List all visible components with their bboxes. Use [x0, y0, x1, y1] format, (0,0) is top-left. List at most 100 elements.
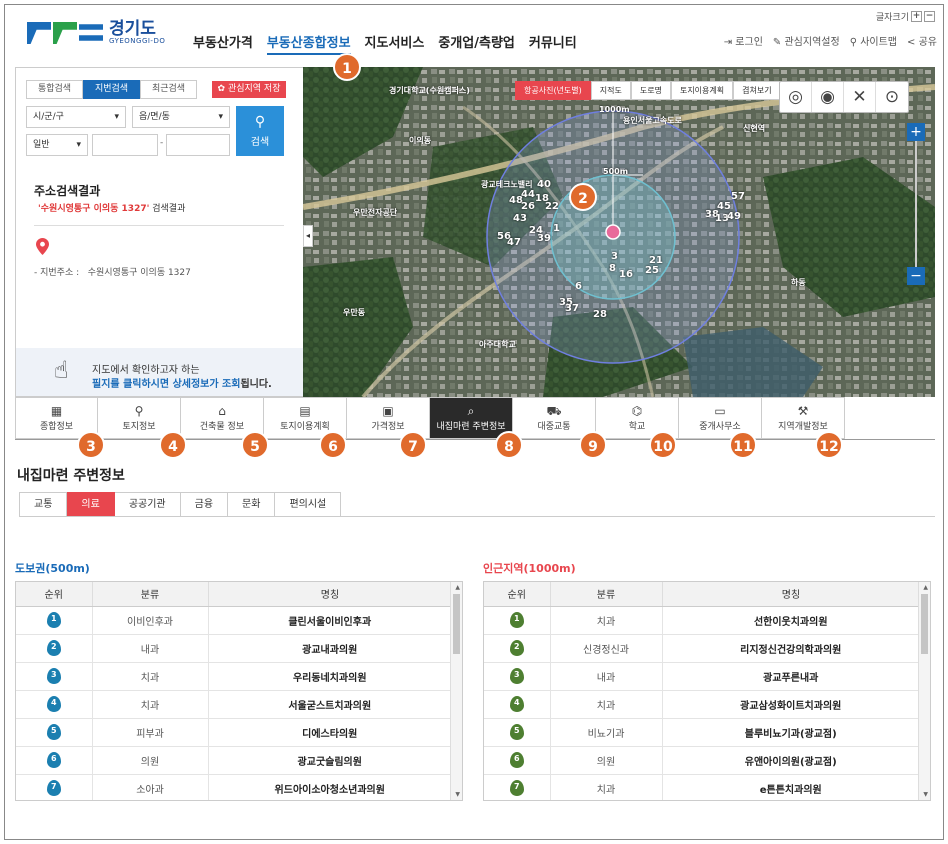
tab-transport[interactable]: 교통: [19, 492, 68, 517]
rank-marker-icon: 1: [46, 612, 61, 628]
panel-collapse-button[interactable]: ◂: [303, 225, 313, 247]
table-row[interactable]: 6 의원 유앤아이의원(광교점): [484, 746, 920, 775]
tab-public-institution[interactable]: 공공기관: [114, 492, 181, 517]
sigungu-select[interactable]: 시/군/구: [26, 106, 126, 128]
tab-medical[interactable]: 의료: [67, 492, 115, 517]
map-marker[interactable]: 49: [727, 211, 741, 222]
category-cell: 소아과: [92, 774, 209, 800]
map-marker[interactable]: 3: [611, 251, 618, 262]
category-cell: 신경정신과: [550, 634, 663, 663]
nearby-table-scrollbar[interactable]: ▲ ▼: [918, 582, 930, 800]
header: 경기도 GYEONGGI-DO 부동산가격 부동산종합정보 지도서비스 중개업/…: [5, 5, 945, 67]
rank-marker-icon: 5: [46, 724, 61, 740]
login-link[interactable]: ⇥ 로그인: [724, 33, 763, 48]
map-marker[interactable]: 1: [553, 223, 560, 234]
table-row[interactable]: 4 치과 광교삼성화이트치과의원: [484, 690, 920, 719]
table-row[interactable]: 3 치과 우리동네치과의원: [16, 662, 452, 691]
table-row[interactable]: 6 의원 광교굿슬림의원: [16, 746, 452, 775]
rank-marker-icon: 7: [509, 780, 524, 796]
rank-cell: 1: [16, 606, 93, 635]
map-tab-land-use[interactable]: 토지이용계획: [670, 81, 734, 100]
lot-type-select[interactable]: 일반: [26, 134, 88, 156]
zoom-out-button[interactable]: −: [907, 267, 925, 285]
main-lot-number-input[interactable]: [92, 134, 158, 156]
map-marker[interactable]: 6: [575, 281, 582, 292]
rank-cell: 3: [484, 662, 551, 691]
scroll-up-icon[interactable]: ▲: [455, 584, 460, 591]
roadview-pin-icon[interactable]: ⊙: [876, 82, 908, 112]
map-marker[interactable]: 16: [619, 269, 633, 280]
nav-comprehensive-info[interactable]: 부동산종합정보: [266, 32, 351, 55]
search-panel: 통합검색 지번검색 최근검색 ✿ 관심지역 저장 시/군/구 읍/면/동 일반 …: [15, 67, 305, 397]
scroll-down-icon[interactable]: ▼: [455, 791, 460, 798]
table-row[interactable]: 7 치과 e튼튼치과의원: [484, 774, 920, 800]
scroll-thumb[interactable]: [921, 594, 928, 654]
map-marker[interactable]: 39: [537, 233, 551, 244]
table-row[interactable]: 2 내과 광교내과의원: [16, 634, 452, 663]
interest-area-link[interactable]: ✎ 관심지역설정: [773, 33, 840, 48]
sub-lot-number-input[interactable]: [166, 134, 230, 156]
map-view[interactable]: 항공사진(년도별) 지적도 도로명 토지이용계획 겹쳐보기 ◎ ◉ ✕ ⊙ + …: [303, 67, 935, 397]
tab-finance[interactable]: 금융: [180, 492, 229, 517]
zoom-slider[interactable]: [915, 141, 917, 267]
tab-convenience[interactable]: 편의시설: [275, 492, 342, 517]
zoom-in-button[interactable]: +: [907, 123, 925, 141]
map-marker[interactable]: 28: [593, 309, 607, 320]
grid-icon: ▤: [299, 404, 311, 418]
font-minus-button[interactable]: −: [924, 11, 935, 22]
share-icon: <: [907, 37, 916, 48]
font-plus-button[interactable]: +: [911, 11, 922, 22]
tab-culture[interactable]: 문화: [228, 492, 276, 517]
save-interest-area-button[interactable]: ✿ 관심지역 저장: [212, 81, 286, 98]
measure-distance-icon[interactable]: ◉: [812, 82, 844, 112]
result-address[interactable]: - 지번주소 : 수원시영통구 이의동 1327: [34, 265, 191, 278]
scroll-down-icon[interactable]: ▼: [923, 791, 928, 798]
map-marker[interactable]: 37: [565, 303, 579, 314]
map-marker[interactable]: 43: [513, 213, 527, 224]
map-marker[interactable]: 26: [521, 201, 535, 212]
map-tab-road[interactable]: 도로명: [630, 81, 671, 100]
map-marker[interactable]: 47: [507, 237, 521, 248]
table-row[interactable]: 5 비뇨기과 블루비뇨기과(광교점): [484, 718, 920, 747]
gyeonggi-logo[interactable]: 경기도 GYEONGGI-DO: [27, 21, 165, 45]
share-link[interactable]: < 공유: [907, 33, 937, 48]
nav-community[interactable]: 커뮤니티: [529, 32, 577, 55]
table-row[interactable]: 5 피부과 디에스타의원: [16, 718, 452, 747]
section-title: 내집마련 주변정보: [17, 468, 125, 484]
map-marker[interactable]: 40: [537, 179, 551, 190]
name-cell: 위드아이소아청소년과의원: [208, 774, 452, 800]
table-row[interactable]: 1 치과 선한이웃치과의원: [484, 606, 920, 635]
scroll-up-icon[interactable]: ▲: [923, 584, 928, 591]
sitemap-link[interactable]: ⚲ 사이트맵: [850, 33, 897, 48]
tab-lot-search[interactable]: 지번검색: [83, 80, 140, 99]
table-row[interactable]: 4 치과 서울굳스트치과의원: [16, 690, 452, 719]
map-marker[interactable]: 8: [609, 263, 616, 274]
search-button[interactable]: ⚲ 검색: [236, 106, 284, 156]
eupmyeondong-select[interactable]: 읍/면/동: [132, 106, 230, 128]
map-tab-cadastral[interactable]: 지적도: [590, 81, 631, 100]
map-marker[interactable]: 25: [645, 265, 659, 276]
nav-broker-survey[interactable]: 중개업/측량업: [438, 32, 515, 55]
table-row[interactable]: 7 소아과 위드아이소아청소년과의원: [16, 774, 452, 800]
measure-area-icon[interactable]: ✕: [844, 82, 876, 112]
name-cell: 클린서울이비인후과: [208, 606, 452, 635]
map-tab-overlay[interactable]: 겹쳐보기: [733, 81, 781, 100]
table-row[interactable]: 3 내과 광교푸른내과: [484, 662, 920, 691]
search-button-label: 검색: [250, 137, 270, 148]
location-pin-icon[interactable]: [36, 238, 49, 255]
nav-map-service[interactable]: 지도서비스: [365, 32, 425, 55]
tab-integrated-search[interactable]: 통합검색: [26, 80, 83, 99]
tab-recent-search[interactable]: 최근검색: [140, 80, 197, 99]
cat-public-transport[interactable]: ⛟ 대중교통: [513, 397, 596, 439]
map-tab-aerial[interactable]: 항공사진(년도별): [515, 81, 591, 100]
map-marker[interactable]: 22: [545, 201, 559, 212]
map-marker[interactable]: 57: [731, 191, 745, 202]
table-row[interactable]: 1 이비인후과 클린서울이비인후과: [16, 606, 452, 635]
walking-table-scrollbar[interactable]: ▲ ▼: [450, 582, 462, 800]
scroll-thumb[interactable]: [453, 594, 460, 654]
table-row[interactable]: 2 신경정신과 리지정신건강의학과의원: [484, 634, 920, 663]
category-cell: 치과: [92, 690, 209, 719]
map-marker[interactable]: 44: [521, 189, 535, 200]
nav-price[interactable]: 부동산가격: [193, 32, 253, 55]
locate-target-icon[interactable]: ◎: [780, 82, 812, 112]
